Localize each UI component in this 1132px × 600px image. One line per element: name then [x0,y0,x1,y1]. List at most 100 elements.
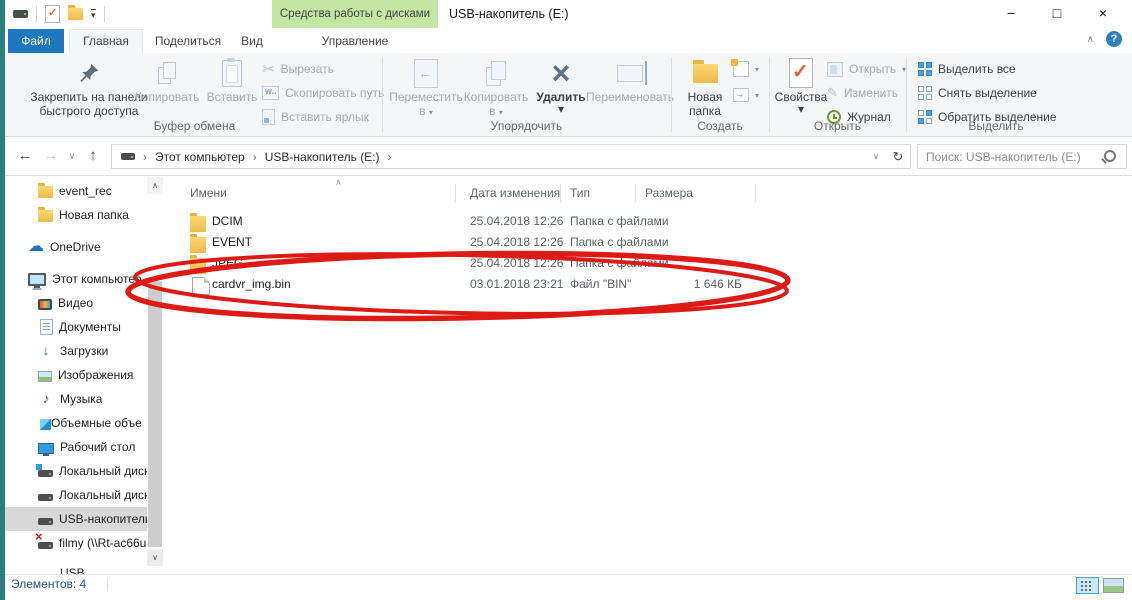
sidebar-item[interactable]: USB-накопитель [5,507,147,531]
close-button[interactable]: × [1080,0,1126,28]
maximize-button[interactable]: □ [1034,0,1080,28]
sidebar-item[interactable]: Локальный диск [5,483,147,507]
edit-button[interactable]: ✎ Изменить [827,82,898,104]
sidebar-item[interactable]: Локальный диск [5,459,147,483]
tab-manage[interactable]: Управление [282,29,428,53]
file-name: cardvr_img.bin [212,274,291,295]
sidebar-item[interactable]: Рабочий стол [5,435,147,459]
dropdown-icon: ▾ [499,108,503,117]
cut-button[interactable]: ✂ Вырезать [262,58,334,80]
window-controls: − □ × [988,0,1126,28]
move-to-icon [414,59,438,88]
sidebar-item[interactable]: OneDrive [5,235,147,259]
file-row[interactable]: JPEG 25.04.2018 12:26 Папка с файлами [163,253,1132,274]
tab-share[interactable]: Поделиться [147,29,229,53]
sidebar-item[interactable]: Объемные объе [5,411,147,435]
easy-access-icon [733,88,749,102]
search-icon[interactable] [1104,150,1116,162]
sidebar-item-label: OneDrive [50,240,101,254]
copy-button[interactable]: Копировать [131,55,203,105]
file-row[interactable]: cardvr_img.bin 03.01.2018 23:21 Файл "BI… [163,274,1132,295]
select-none-button[interactable]: Снять выделение [918,82,1037,104]
file-date: 25.04.2018 12:26 [470,232,563,253]
drive-icon[interactable] [13,10,28,18]
paste-button[interactable]: Вставить [203,55,261,105]
minimize-button[interactable]: − [988,0,1034,28]
column-header-name[interactable]: Имени [190,186,227,200]
file-row[interactable]: EVENT 25.04.2018 12:26 Папка с файлами [163,232,1132,253]
column-divider[interactable] [635,184,636,203]
sidebar-item-label: Этот компьютер [52,272,142,286]
collapse-ribbon-icon[interactable]: ∧ [1087,34,1094,45]
sidebar-item-label: event_rec [59,184,112,198]
details-view-button[interactable] [1076,577,1099,594]
column-divider[interactable] [755,184,756,203]
rename-button[interactable]: Переименовать [592,55,668,105]
sidebar-item[interactable]: event_rec [5,179,147,203]
scroll-down-icon[interactable]: ∨ [147,549,163,566]
sidebar-item[interactable]: Документы [5,315,147,339]
sidebar-item-icon [38,443,54,454]
new-folder-button[interactable]: Новая папка [679,55,731,118]
group-label-open: Открыть [769,119,906,133]
scrollbar-thumb[interactable] [148,281,162,547]
new-folder-icon[interactable] [68,8,83,20]
copy-to-button[interactable]: Копировать в ▾ [462,55,530,118]
sidebar-item[interactable]: Музыка [5,387,147,411]
file-icon [190,258,206,274]
column-header-date[interactable]: Дата изменения [470,186,560,200]
column-header-size[interactable]: Размера [645,186,693,200]
column-header-type[interactable]: Тип [570,186,590,200]
back-button[interactable]: ← [13,144,37,168]
select-all-button[interactable]: Выделить все [918,58,1016,80]
customize-toolbar-icon[interactable]: ▾ [91,9,96,20]
sidebar-item-icon [40,419,51,430]
breadcrumb-separator-icon: › [143,150,147,164]
sidebar-item[interactable]: Изображения [5,363,147,387]
delete-button[interactable]: × Удалить ▾ [530,55,592,114]
properties-icon[interactable] [45,5,60,23]
copy-path-button[interactable]: Скопировать путь [262,82,384,104]
recent-locations-icon[interactable]: ∨ [65,144,79,168]
group-select: Выделить все Снять выделение Обратить вы… [906,53,1086,136]
sidebar-item-icon [38,470,53,477]
separator [104,6,105,22]
open-button[interactable]: Открыть ▾ [827,58,906,80]
sidebar-item[interactable]: Видео [5,291,147,315]
sidebar-item-icon [40,319,53,335]
tab-file[interactable]: Файл [8,29,64,53]
easy-access-button[interactable]: ▾ [733,84,759,106]
breadcrumb-usb-drive[interactable]: USB-накопитель (E:) [265,150,380,164]
refresh-icon[interactable]: ↻ [886,149,910,165]
address-dropdown-icon[interactable]: ∨ [866,151,886,162]
delete-icon: × [552,58,571,88]
sidebar-item[interactable]: Новая папка [5,203,147,227]
scroll-up-icon[interactable]: ∧ [147,177,163,194]
select-none-icon [918,86,932,100]
sidebar-item[interactable]: filmy (\\Rt-ac66u [5,531,147,555]
sidebar-item-label: Изображения [58,368,133,382]
navigation-pane: event_rec Новая папка OneDrive Этот комп… [5,177,147,575]
sidebar-item[interactable]: Загрузки [5,339,147,363]
group-label-select: Выделить [906,119,1086,133]
column-divider[interactable] [560,184,561,203]
tab-home[interactable]: Главная [69,29,143,53]
file-type: Папка с файлами [570,253,669,274]
tab-view[interactable]: Вид [229,29,275,53]
address-bar[interactable]: › Этот компьютер › USB-накопитель (E:) ›… [111,144,911,169]
help-icon[interactable]: ? [1106,31,1122,47]
move-to-button[interactable]: Переместить в ▾ [390,55,462,118]
edit-icon: ✎ [827,85,838,101]
column-divider[interactable] [455,184,456,203]
sidebar-item[interactable]: USB [5,561,147,575]
thumbnails-view-button[interactable] [1103,578,1124,593]
group-new: Новая папка ▾ ▾ Создать [671,53,769,136]
search-input[interactable] [918,145,1104,168]
new-item-button[interactable]: ▾ [733,58,759,80]
breadcrumb-this-pc[interactable]: Этот компьютер [155,150,245,164]
sidebar-item[interactable]: Этот компьютер [5,267,147,291]
forward-button[interactable]: → [39,144,63,168]
file-row[interactable]: DCIM 25.04.2018 12:26 Папка с файлами [163,211,1132,232]
properties-button[interactable]: Свойства ▾ [775,55,827,114]
up-button[interactable]: ↑ [81,144,105,168]
